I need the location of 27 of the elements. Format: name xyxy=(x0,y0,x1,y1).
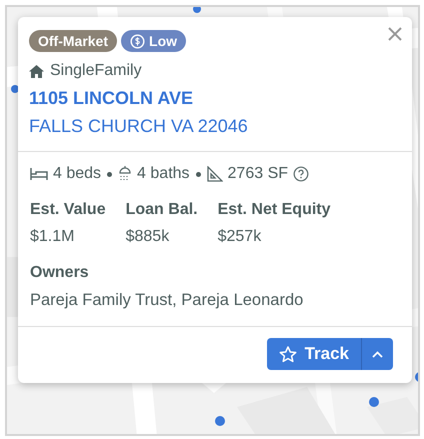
metric-value: $257k xyxy=(218,228,262,246)
status-badge: Off-Market xyxy=(29,30,118,52)
expand-button[interactable] xyxy=(362,338,393,370)
area-text: 2763 SF xyxy=(228,165,288,183)
metric-value: $885k xyxy=(126,228,170,246)
property-type: SingleFamily xyxy=(50,62,142,80)
close-icon[interactable] xyxy=(388,27,402,41)
street-address[interactable]: 1105 LINCOLN AVE xyxy=(29,88,400,109)
beds-text: 4 beds xyxy=(53,165,102,183)
star-icon xyxy=(278,346,297,362)
metric-label: Est. Value xyxy=(30,201,106,219)
bed-icon xyxy=(30,168,48,180)
dollar-circle-icon xyxy=(130,34,146,48)
house-icon xyxy=(29,64,44,78)
metric-label: Est. Net Equity xyxy=(218,201,331,219)
metric-label: Loan Bal. xyxy=(126,201,198,219)
help-icon[interactable] xyxy=(293,166,310,182)
metric-value: $1.1M xyxy=(30,228,76,246)
chevron-up-icon xyxy=(372,350,383,358)
ruler-triangle-icon xyxy=(206,166,223,182)
owners-names: Pareja Family Trust, Pareja Leonardo xyxy=(30,291,304,310)
city-state-zip[interactable]: FALLS CHURCH VA 22046 xyxy=(29,116,400,137)
shower-icon xyxy=(118,166,132,182)
equity-badge: Low xyxy=(121,30,186,52)
owners-label: Owners xyxy=(30,264,90,282)
baths-text: 4 baths xyxy=(137,165,190,183)
track-button[interactable]: Track xyxy=(266,338,362,370)
